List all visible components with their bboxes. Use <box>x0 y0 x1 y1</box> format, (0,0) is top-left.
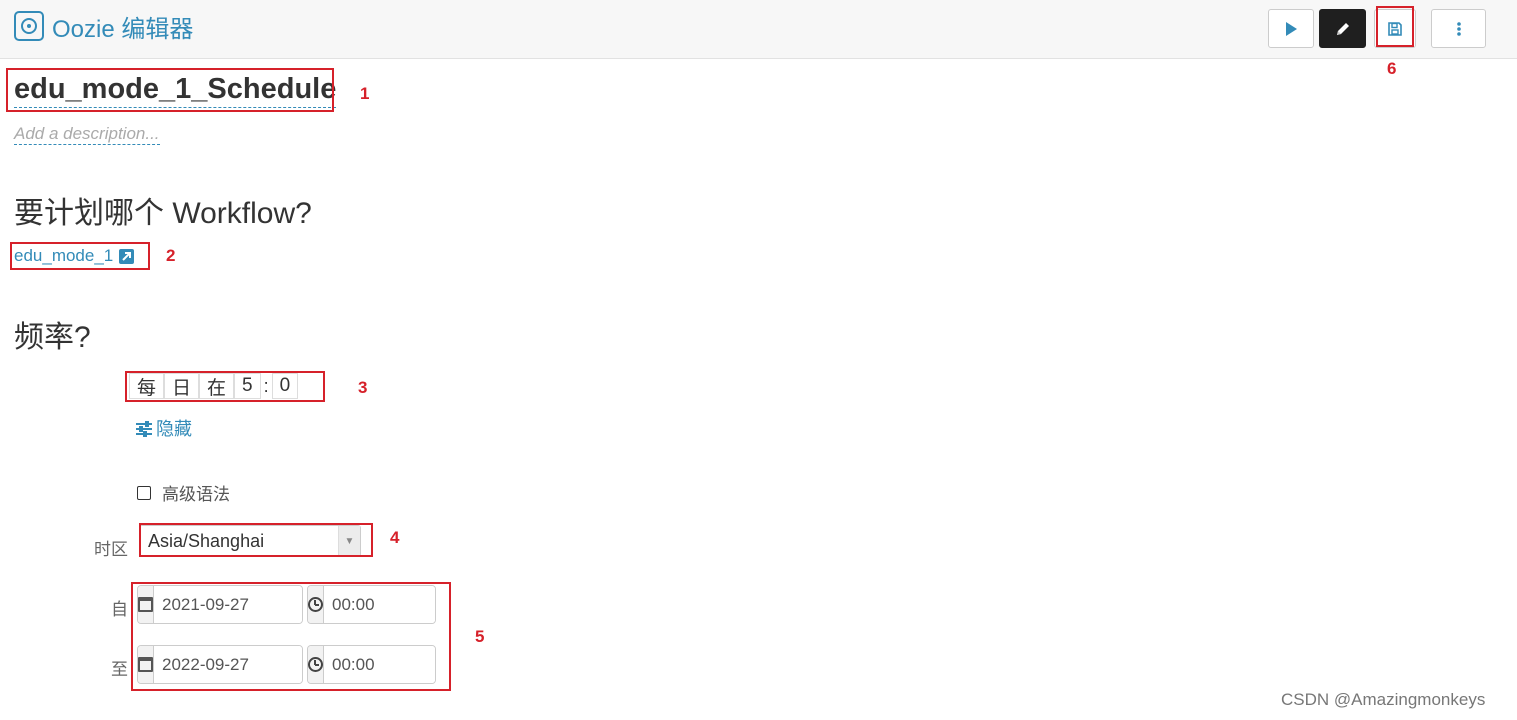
edit-button[interactable] <box>1319 9 1366 48</box>
hide-label: 隐藏 <box>156 419 192 439</box>
workflow-heading: 要计划哪个 Workflow? <box>14 197 312 230</box>
annotation-number-3: 3 <box>358 378 368 397</box>
annotation-number-1: 1 <box>360 84 370 103</box>
app-title-text: Oozie 编辑器 <box>52 15 194 43</box>
annotation-number-6: 6 <box>1387 59 1397 78</box>
top-toolbar: Oozie 编辑器 <box>0 0 1517 59</box>
play-icon <box>1286 21 1297 36</box>
timezone-label: 时区 <box>94 540 128 559</box>
more-options-button[interactable] <box>1431 9 1486 48</box>
annotation-box-5 <box>131 582 451 691</box>
hide-link[interactable]: 隐藏 <box>136 415 192 441</box>
annotation-box-2 <box>10 242 150 270</box>
oozie-target-icon <box>14 11 44 41</box>
description-placeholder[interactable]: Add a description... <box>14 124 160 145</box>
annotation-box-6 <box>1376 6 1414 47</box>
annotation-box-3 <box>125 371 325 402</box>
annotation-box-4 <box>139 523 373 557</box>
start-label: 自 <box>111 600 128 619</box>
watermark: CSDN @Amazingmonkeys <box>1281 690 1486 709</box>
sliders-icon <box>136 421 152 437</box>
run-button[interactable] <box>1268 9 1314 48</box>
advanced-syntax-checkbox[interactable] <box>137 485 151 500</box>
annotation-number-4: 4 <box>390 528 400 547</box>
app-title: Oozie 编辑器 <box>14 10 194 43</box>
end-label: 至 <box>111 660 128 679</box>
advanced-syntax-label: 高级语法 <box>162 485 230 504</box>
annotation-box-1 <box>6 68 334 112</box>
annotation-number-5: 5 <box>475 627 485 646</box>
annotation-number-2: 2 <box>166 246 176 265</box>
pencil-icon <box>1336 22 1349 35</box>
more-vertical-icon <box>1456 21 1461 36</box>
frequency-heading: 频率? <box>14 321 91 354</box>
advanced-syntax-option[interactable]: 高级语法 <box>137 480 230 505</box>
